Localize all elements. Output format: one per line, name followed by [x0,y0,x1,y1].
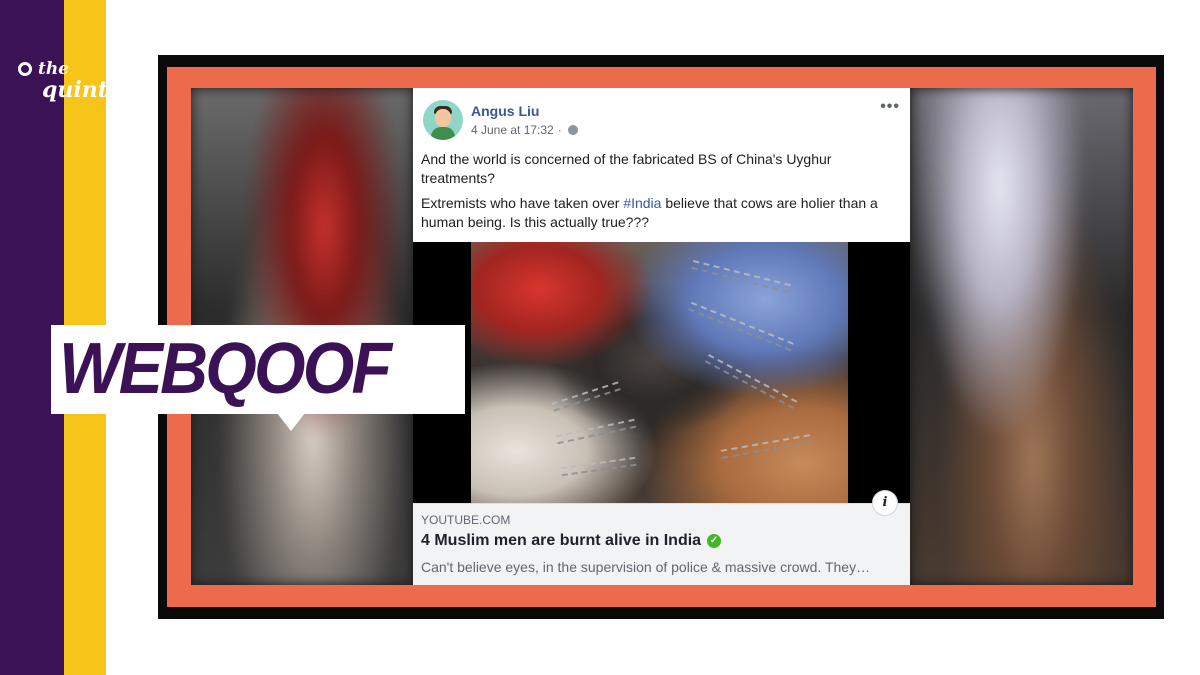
chain-graphic [560,456,637,477]
chain-graphic [691,260,791,293]
avatar-face [435,109,451,127]
post-meta: 4 June at 17:32 · [471,123,578,137]
post-body: And the world is concerned of the fabric… [421,150,899,238]
chain-graphic [704,354,798,409]
more-options-button[interactable]: ••• [880,98,900,116]
video-thumbnail[interactable] [413,242,910,503]
blurred-background-right [911,88,1133,585]
webqoof-stamp-text: WEBQOOF [59,329,392,409]
avatar-body [431,127,455,140]
logo-line-2: quint [42,77,108,103]
meta-separator: · [557,123,562,137]
link-title-text: 4 Muslim men are burnt alive in India [421,532,702,549]
post-text-paragraph-2: Extremists who have taken over #India be… [421,194,899,232]
post-text-part: Extremists who have taken over [421,195,624,211]
logo-line-1: the [38,59,70,79]
post-text-paragraph-1: And the world is concerned of the fabric… [421,151,832,186]
link-description: Can't believe eyes, in the supervision o… [421,559,871,575]
video-frame-image [471,242,848,503]
link-preview[interactable]: YOUTUBE.COM 4 Muslim men are burnt alive… [413,503,910,585]
chain-graphic [555,418,637,445]
chain-graphic [688,301,794,352]
post-timestamp[interactable]: 4 June at 17:32 [471,123,554,137]
link-title[interactable]: 4 Muslim men are burnt alive in India ✓ [421,532,722,550]
facebook-post-card: Angus Liu 4 June at 17:32 · ••• And the … [413,88,910,585]
info-icon[interactable]: i [872,490,898,516]
quint-logo-icon [18,62,32,76]
post-author-name[interactable]: Angus Liu [471,103,539,119]
chain-graphic [720,434,812,459]
globe-icon [567,125,578,135]
chain-graphic [551,381,621,412]
the-quint-logo: the quint [18,59,108,108]
avatar[interactable] [423,100,463,140]
hashtag-link[interactable]: #India [623,195,661,211]
webqoof-stamp: WEBQOOF [51,325,465,431]
post-header: Angus Liu 4 June at 17:32 · ••• [413,88,910,148]
link-domain: YOUTUBE.COM [421,513,511,527]
check-circle-icon: ✓ [707,534,722,548]
